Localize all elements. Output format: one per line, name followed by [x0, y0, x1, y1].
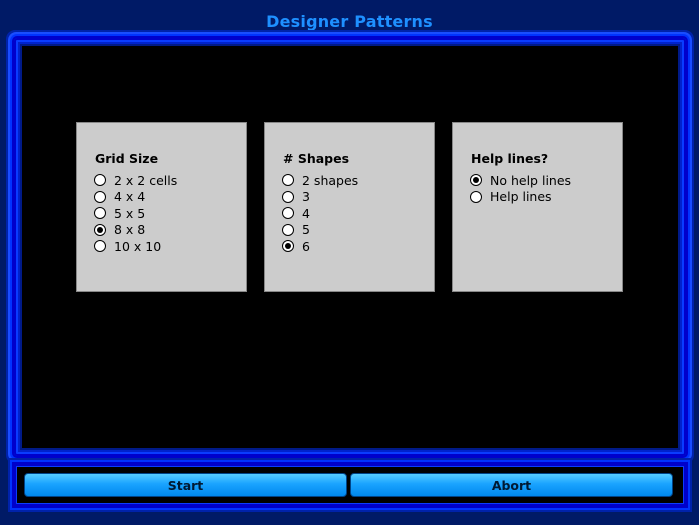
radio-button-selected[interactable]	[470, 174, 482, 187]
radio-button[interactable]	[94, 174, 106, 187]
radio-button[interactable]	[94, 190, 106, 203]
grid-size-option[interactable]: 5 x 5	[94, 205, 177, 222]
option-label: 8 x 8	[114, 222, 146, 238]
grid-size-option[interactable]: 2 x 2 cells	[94, 172, 177, 189]
grid-size-title: Grid Size	[95, 151, 159, 166]
option-label: 3	[302, 189, 310, 205]
radio-button[interactable]	[282, 207, 294, 220]
option-label: Help lines	[490, 189, 552, 205]
help-lines-option[interactable]: Help lines	[470, 189, 571, 206]
option-label: 5	[302, 222, 310, 238]
shapes-option[interactable]: 5	[282, 222, 358, 239]
shapes-option[interactable]: 6	[282, 238, 358, 255]
option-label: 6	[302, 238, 310, 254]
grid-size-option[interactable]: 4 x 4	[94, 189, 177, 206]
option-label: 4 x 4	[114, 189, 146, 205]
help-lines-option[interactable]: No help lines	[470, 172, 571, 189]
grid-size-option[interactable]: 10 x 10	[94, 238, 177, 255]
shapes-panel: # Shapes 2 shapes 3 4 5 6	[264, 122, 435, 292]
radio-button[interactable]	[282, 223, 294, 236]
shapes-option[interactable]: 2 shapes	[282, 172, 358, 189]
radio-button[interactable]	[94, 207, 106, 220]
help-lines-title: Help lines?	[471, 151, 549, 166]
shapes-option[interactable]: 3	[282, 189, 358, 206]
radio-button[interactable]	[470, 190, 482, 203]
abort-button[interactable]: Abort	[350, 473, 673, 497]
shapes-title: # Shapes	[283, 151, 350, 166]
help-lines-options: No help lines Help lines	[470, 172, 571, 205]
radio-button-selected[interactable]	[282, 240, 294, 253]
option-label: No help lines	[490, 172, 572, 188]
grid-size-options: 2 x 2 cells 4 x 4 5 x 5 8 x 8 10 x 10	[94, 172, 177, 255]
app-title: Designer Patterns	[266, 12, 433, 31]
radio-button[interactable]	[94, 240, 106, 253]
grid-size-option[interactable]: 8 x 8	[94, 222, 177, 239]
shapes-option[interactable]: 4	[282, 205, 358, 222]
radio-button-selected[interactable]	[94, 223, 106, 236]
option-label: 2 x 2 cells	[114, 172, 178, 188]
shapes-options: 2 shapes 3 4 5 6	[282, 172, 358, 255]
start-button[interactable]: Start	[24, 473, 347, 497]
option-label: 10 x 10	[114, 238, 162, 254]
radio-button[interactable]	[282, 190, 294, 203]
help-lines-panel: Help lines? No help lines Help lines	[452, 122, 623, 292]
option-label: 5 x 5	[114, 205, 146, 221]
grid-size-panel: Grid Size 2 x 2 cells 4 x 4 5 x 5 8 x 8 …	[76, 122, 247, 292]
option-label: 4	[302, 205, 310, 221]
option-label: 2 shapes	[302, 172, 359, 188]
radio-button[interactable]	[282, 174, 294, 187]
